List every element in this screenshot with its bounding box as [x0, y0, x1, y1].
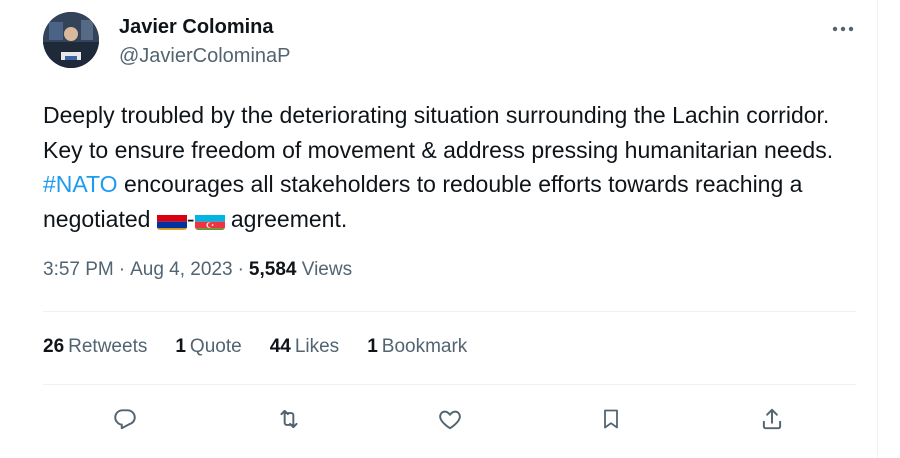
hashtag-link[interactable]: #NATO [43, 171, 118, 197]
retweet-icon [280, 409, 298, 429]
like-button[interactable] [431, 400, 469, 438]
meta-separator: · [237, 259, 244, 280]
stat-label: Bookmark [381, 336, 468, 357]
stat-count: 1 [175, 336, 186, 357]
more-options-button[interactable] [826, 14, 860, 44]
author-handle[interactable]: @JavierColominaP [119, 45, 290, 68]
bookmark-button[interactable] [592, 400, 630, 438]
reply-button[interactable] [106, 400, 144, 438]
tweet-text: Deeply troubled by the deteriorating sit… [43, 98, 843, 236]
tweet-meta: 3:57 PM · Aug 4, 2023 · 5,584 Views [43, 259, 352, 281]
stat-count: 44 [269, 336, 291, 357]
stat-retweets[interactable]: 26 Retweets [43, 336, 147, 358]
share-icon [762, 408, 782, 430]
stat-bookmarks[interactable]: 1 Bookmark [367, 336, 467, 358]
share-button[interactable] [753, 400, 791, 438]
views-label: Views [301, 259, 353, 280]
tweet-card: Javier Colomina @JavierColominaP Deeply … [0, 0, 878, 458]
views-count: 5,584 [248, 259, 297, 280]
divider [43, 384, 856, 385]
retweet-button[interactable] [270, 400, 308, 438]
flag-separator: - [186, 205, 195, 232]
profile-photo-icon [43, 12, 99, 68]
action-bar [43, 400, 856, 438]
azerbaijan-flag-icon [194, 210, 225, 230]
stat-label: Quote [189, 336, 242, 357]
divider [43, 311, 856, 312]
stat-label: Retweets [68, 336, 148, 357]
stat-count: 26 [43, 336, 65, 357]
engagement-stats: 26 Retweets 1 Quote 44 Likes 1 Bookmark [43, 336, 495, 358]
more-icon [832, 26, 854, 32]
stat-count: 1 [367, 336, 378, 357]
stat-likes[interactable]: 44 Likes [270, 336, 340, 358]
tweet-date[interactable]: Aug 4, 2023 [130, 259, 232, 280]
reply-icon [114, 409, 136, 430]
avatar[interactable] [43, 12, 99, 68]
bookmark-icon [604, 409, 618, 429]
author-name[interactable]: Javier Colomina [119, 16, 274, 39]
like-icon [439, 410, 461, 430]
tweet-text-part: Deeply troubled by the deteriorating sit… [43, 102, 834, 163]
tweet-text-part: agreement. [224, 205, 348, 232]
armenia-flag-icon [156, 210, 187, 230]
stat-quotes[interactable]: 1 Quote [175, 336, 241, 358]
tweet-time[interactable]: 3:57 PM [43, 259, 114, 280]
meta-separator: · [118, 259, 126, 280]
stat-label: Likes [294, 336, 340, 357]
